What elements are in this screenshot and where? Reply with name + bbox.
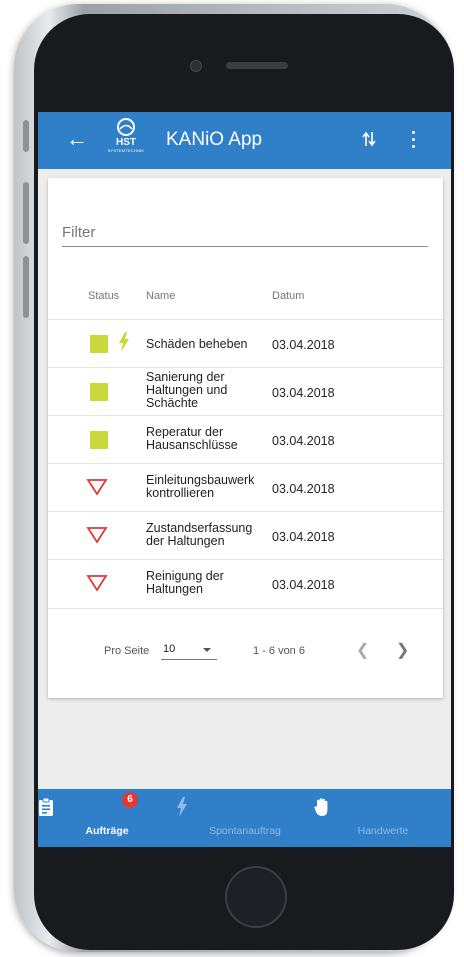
- arrow-left-icon[interactable]: ←: [66, 126, 88, 152]
- row-name: Schäden beheben: [146, 337, 248, 351]
- hand-icon: [314, 798, 328, 816]
- orders-badge: 6: [122, 792, 138, 808]
- logo-text: HST: [116, 137, 136, 148]
- row-date: 03.04.2018: [272, 578, 335, 592]
- chevron-right-icon[interactable]: ❯: [396, 640, 409, 660]
- orders-card: Status Name Datum Schäden beheben 03.04.…: [48, 178, 443, 698]
- status-square-yellow-icon: [90, 431, 108, 449]
- front-camera: [190, 60, 202, 72]
- filter-input[interactable]: [62, 218, 428, 247]
- tab-spontanauftrag[interactable]: Spontanauftrag: [176, 789, 314, 847]
- mute-switch: [23, 120, 29, 152]
- row-name: Einleitungsbauwerk kontrollieren: [146, 473, 255, 500]
- column-header-date[interactable]: Datum: [272, 290, 304, 302]
- page-range: 1 - 6 von 6: [253, 645, 305, 657]
- row-date: 03.04.2018: [272, 338, 335, 352]
- row-name: Zustandserfassung der Haltungen: [146, 521, 253, 548]
- app-screen: ← HST SYSTEMTECHNIK KANiO App Status Nam…: [38, 112, 451, 847]
- logo-icon: [117, 118, 135, 136]
- logo-subtext: SYSTEMTECHNIK: [107, 148, 145, 153]
- volume-up-button: [23, 182, 29, 244]
- row-date: 03.04.2018: [272, 434, 335, 448]
- status-square-yellow-icon: [90, 335, 108, 353]
- status-square-yellow-icon: [90, 383, 108, 401]
- tab-label: Aufträge: [85, 825, 129, 837]
- home-button[interactable]: [225, 866, 287, 928]
- app-bar: ← HST SYSTEMTECHNIK KANiO App: [38, 112, 451, 169]
- row-date: 03.04.2018: [272, 530, 335, 544]
- table-row[interactable]: Reinigung der Haltungen 03.04.2018: [48, 559, 443, 609]
- column-header-status[interactable]: Status: [88, 290, 119, 302]
- earpiece-speaker: [226, 62, 288, 69]
- chevron-left-icon[interactable]: ❮: [356, 640, 369, 660]
- row-name: Reinigung der Haltungen: [146, 569, 224, 596]
- table-row[interactable]: Zustandserfassung der Haltungen 03.04.20…: [48, 511, 443, 560]
- row-name: Reperatur der Hausanschlüsse: [146, 425, 238, 452]
- sort-icon[interactable]: [362, 130, 376, 148]
- volume-down-button: [23, 256, 29, 318]
- bolt-icon: [177, 797, 187, 817]
- page-title: KANiO App: [166, 129, 263, 150]
- status-triangle-red-icon: [86, 575, 108, 592]
- table-row[interactable]: Reperatur der Hausanschlüsse 03.04.2018: [48, 415, 443, 464]
- clipboard-icon: [39, 797, 53, 816]
- bolt-icon: [119, 332, 129, 352]
- per-page-label: Pro Seite: [104, 645, 150, 657]
- status-triangle-red-icon: [86, 527, 108, 544]
- table-row[interactable]: Schäden beheben 03.04.2018: [48, 319, 443, 368]
- per-page-value: 10: [163, 643, 176, 655]
- row-name: Sanierung der Haltungen und Schächte: [146, 370, 228, 410]
- status-triangle-red-icon: [86, 479, 108, 496]
- table-row[interactable]: Einleitungsbauwerk kontrollieren 03.04.2…: [48, 463, 443, 512]
- per-page-select[interactable]: 10: [161, 639, 217, 660]
- tab-label: Handwerte: [357, 825, 409, 837]
- column-header-name[interactable]: Name: [146, 290, 175, 302]
- table-row[interactable]: Sanierung der Haltungen und Schächte 03.…: [48, 367, 443, 416]
- tab-handwerte[interactable]: Handwerte: [314, 789, 451, 847]
- tab-label: Spontanauftrag: [209, 825, 281, 837]
- hst-logo: HST SYSTEMTECHNIK: [104, 118, 148, 164]
- bottom-nav: 6 Aufträge Spontanauftrag Handwerte: [38, 789, 451, 847]
- tab-auftraege[interactable]: 6 Aufträge: [38, 789, 176, 847]
- more-vert-icon[interactable]: [412, 131, 416, 149]
- caret-down-icon: [203, 648, 211, 652]
- row-date: 03.04.2018: [272, 386, 335, 400]
- row-date: 03.04.2018: [272, 482, 335, 496]
